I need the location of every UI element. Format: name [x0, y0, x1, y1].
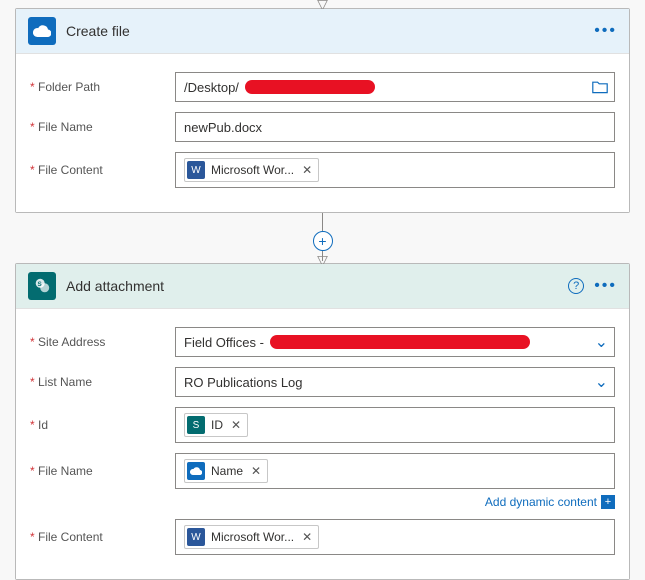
connector-arrow-top: ▽	[0, 0, 645, 8]
folder-path-value: /Desktop/	[184, 80, 239, 95]
site-address-row: Site Address Field Offices - ⌄	[30, 327, 615, 357]
file-name-value: newPub.docx	[184, 120, 262, 135]
remove-token-icon[interactable]: ✕	[302, 163, 312, 177]
flow-connector: + ▽	[0, 213, 645, 263]
plus-icon: +	[601, 495, 615, 509]
token-label: Microsoft Wor...	[211, 530, 294, 544]
help-icon[interactable]: ?	[568, 278, 584, 294]
file-name-label: File Name	[30, 120, 175, 134]
onedrive-token-icon	[187, 462, 205, 480]
create-file-header[interactable]: Create file •••	[16, 9, 629, 54]
list-name-row: List Name RO Publications Log ⌄	[30, 367, 615, 397]
word-doc-token[interactable]: W Microsoft Wor... ✕	[184, 158, 319, 182]
list-name-label: List Name	[30, 375, 175, 389]
word-doc-token2[interactable]: W Microsoft Wor... ✕	[184, 525, 319, 549]
connector-line	[322, 213, 323, 231]
word-icon: W	[187, 161, 205, 179]
file-content-label: File Content	[30, 163, 175, 177]
list-name-value: RO Publications Log	[184, 375, 303, 390]
folder-path-input[interactable]: /Desktop/	[175, 72, 615, 102]
site-address-value: Field Offices -	[184, 335, 264, 350]
folder-path-label: Folder Path	[30, 80, 175, 94]
create-file-title: Create file	[66, 23, 130, 39]
file-content-label2: File Content	[30, 530, 175, 544]
folder-path-row: Folder Path /Desktop/	[30, 72, 615, 102]
id-token[interactable]: S ID ✕	[184, 413, 248, 437]
chevron-down-icon[interactable]: ⌄	[595, 332, 608, 352]
redacted-text	[270, 335, 530, 349]
file-content-input2[interactable]: W Microsoft Wor... ✕	[175, 519, 615, 555]
file-content-input[interactable]: W Microsoft Wor... ✕	[175, 152, 615, 188]
sharepoint-icon: S	[28, 272, 56, 300]
id-input[interactable]: S ID ✕	[175, 407, 615, 443]
add-attachment-card: S Add attachment ? ••• Site Address Fiel…	[15, 263, 630, 580]
id-row: Id S ID ✕	[30, 407, 615, 443]
add-attachment-header[interactable]: S Add attachment ? •••	[16, 264, 629, 309]
add-step-button[interactable]: +	[313, 231, 333, 251]
connector-arrow-icon: ▽	[317, 257, 328, 263]
name-token[interactable]: Name ✕	[184, 459, 268, 483]
add-dynamic-content-link[interactable]: Add dynamic content +	[485, 495, 615, 509]
file-name-row: File Name newPub.docx	[30, 112, 615, 142]
remove-token-icon[interactable]: ✕	[231, 418, 241, 432]
list-name-select[interactable]: RO Publications Log ⌄	[175, 367, 615, 397]
id-label: Id	[30, 418, 175, 432]
file-content-row2: File Content W Microsoft Wor... ✕	[30, 519, 615, 555]
folder-picker-icon[interactable]	[592, 80, 608, 94]
more-menu-button[interactable]: •••	[594, 22, 617, 40]
file-name-label2: File Name	[30, 464, 175, 478]
word-icon: W	[187, 528, 205, 546]
remove-token-icon[interactable]: ✕	[251, 464, 261, 478]
file-name-input[interactable]: newPub.docx	[175, 112, 615, 142]
token-label: Microsoft Wor...	[211, 163, 294, 177]
more-menu-button[interactable]: •••	[594, 277, 617, 295]
site-address-label: Site Address	[30, 335, 175, 349]
token-label: Name	[211, 464, 243, 478]
dynamic-content-label: Add dynamic content	[485, 495, 597, 509]
token-label: ID	[211, 418, 223, 432]
add-attachment-title: Add attachment	[66, 278, 164, 294]
file-content-row: File Content W Microsoft Wor... ✕	[30, 152, 615, 188]
file-name-row2: File Name Name ✕	[30, 453, 615, 489]
file-name-input2[interactable]: Name ✕	[175, 453, 615, 489]
svg-text:S: S	[38, 281, 42, 288]
site-address-select[interactable]: Field Offices - ⌄	[175, 327, 615, 357]
chevron-down-icon[interactable]: ⌄	[595, 372, 608, 392]
onedrive-icon	[28, 17, 56, 45]
create-file-card: Create file ••• Folder Path /Desktop/ Fi…	[15, 8, 630, 213]
sharepoint-token-icon: S	[187, 416, 205, 434]
redacted-text	[245, 80, 375, 94]
remove-token-icon[interactable]: ✕	[302, 530, 312, 544]
